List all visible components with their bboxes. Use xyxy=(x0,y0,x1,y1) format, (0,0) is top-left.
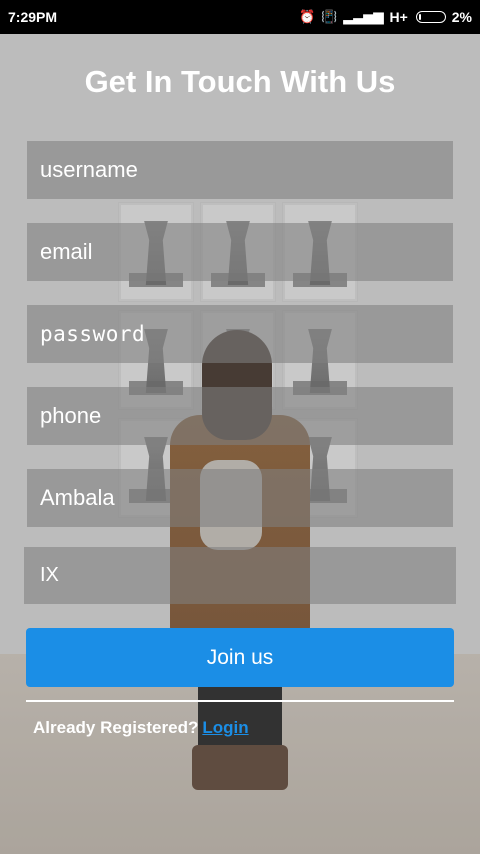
page-title: Get In Touch With Us xyxy=(84,64,396,99)
already-registered-text: Already Registered? xyxy=(33,718,199,737)
already-registered-row: Already Registered? Login xyxy=(33,718,249,738)
username-field[interactable] xyxy=(27,141,453,199)
vibrate-icon: 📳 xyxy=(321,9,338,24)
battery-icon xyxy=(415,11,446,23)
class-value: IX xyxy=(40,564,59,586)
battery-percent: 2% xyxy=(451,9,472,25)
signal-icon: ▂▃▅▆ xyxy=(343,9,384,24)
join-button[interactable]: Join us xyxy=(26,628,454,687)
email-field[interactable] xyxy=(27,223,453,281)
login-link[interactable]: Login xyxy=(202,718,248,737)
alarm-icon: ⏰ xyxy=(299,9,316,24)
password-field[interactable] xyxy=(27,305,453,363)
city-field[interactable]: Ambala xyxy=(27,469,453,527)
city-value: Ambala xyxy=(40,485,115,510)
status-bar: 7:29PM ⏰ 📳 ▂▃▅▆ H+ 2% xyxy=(0,0,480,34)
class-select[interactable]: IX xyxy=(24,547,456,604)
status-time: 7:29PM xyxy=(8,9,58,25)
network-type: H+ xyxy=(389,9,408,25)
status-icons: ⏰ 📳 ▂▃▅▆ H+ 2% xyxy=(299,9,472,25)
phone-field[interactable] xyxy=(27,387,453,445)
divider xyxy=(26,700,454,702)
